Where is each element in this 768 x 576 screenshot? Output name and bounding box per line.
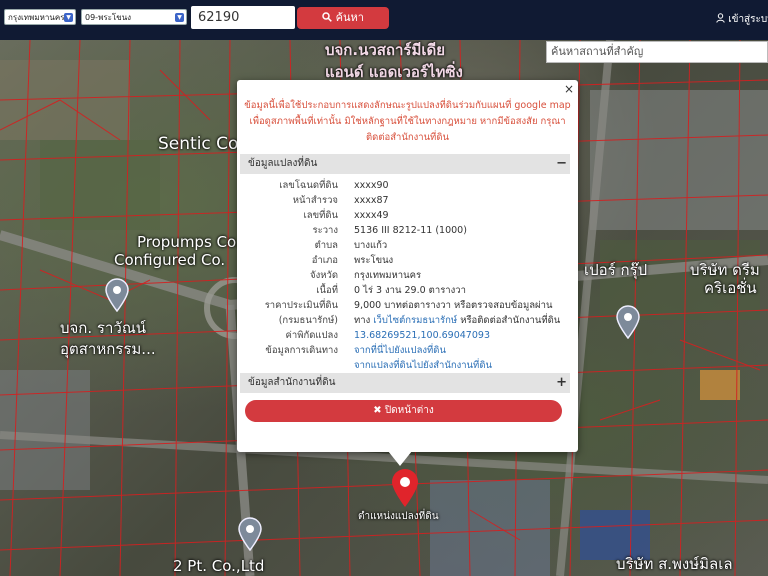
district-select[interactable]: 09-พระโขนง ▼	[81, 9, 187, 25]
map-label: บริษัท ส.พงษ์มิลเล	[616, 555, 733, 573]
user-icon	[716, 13, 725, 23]
popup-pointer	[388, 451, 412, 466]
info-value: 0 ไร่ 3 งาน 29.0 ตารางวา	[354, 285, 466, 296]
disclaimer-line: ข้อมูลนี้เพื่อใช้ประกอบการแสดงลักษณะรูปแ…	[244, 100, 571, 111]
info-label: จังหวัด	[310, 270, 338, 281]
map-label: คริเอชั่น	[704, 279, 757, 297]
search-icon	[322, 12, 332, 22]
info-value-prefix: ทาง	[354, 315, 371, 326]
search-button-label: ค้นหา	[335, 11, 364, 24]
info-value: 9,000 บาทต่อตารางวา หรือตรวจสอบข้อมูลผ่า…	[354, 300, 553, 311]
map-label: Configured Co.	[114, 251, 226, 269]
top-bar: กรุงเทพมหานคร ▼ 09-พระโขนง ▼ 62190 ค้นหา…	[0, 0, 768, 40]
parcel-search-value: 62190	[198, 10, 240, 25]
info-value: xxxx87	[354, 195, 389, 206]
close-window-label: ✖ ปิดหน้าต่าง	[373, 405, 434, 416]
info-value: กรุงเทพมหานคร	[354, 270, 422, 281]
info-value: พระโขนง	[354, 255, 394, 266]
chevron-down-icon: ▼	[64, 13, 73, 22]
province-select[interactable]: กรุงเทพมหานคร ▼	[4, 9, 76, 25]
info-value: ทาง เว็บไซต์กรมธนารักษ์ หรือติดต่อสำนักง…	[354, 314, 560, 328]
parcel-location-pin-icon[interactable]	[390, 468, 420, 508]
disclaimer-notice: ข้อมูลนี้เพื่อใช้ประกอบการแสดงลักษณะรูปแ…	[237, 98, 578, 146]
directions-to-parcel-link[interactable]: จากที่นี่ไปยังแปลงที่ดิน	[354, 344, 446, 358]
info-value: บางแก้ว	[354, 240, 388, 251]
info-label: ข้อมูลการเดินทาง	[265, 345, 338, 356]
close-window-button[interactable]: ✖ ปิดหน้าต่าง	[245, 400, 562, 422]
disclaimer-line: เพื่อดูสภาพพื้นที่เท่านั้น มิใช่หลักฐานท…	[249, 116, 566, 127]
map-label: 2 Pt. Co.,Ltd	[173, 557, 265, 575]
place-search-input[interactable]: ค้นหาสถานที่สำคัญ	[546, 41, 768, 63]
login-link[interactable]: เข้าสู่ระบบ	[716, 12, 768, 27]
info-label: ระวาง	[312, 225, 338, 236]
coordinates-link[interactable]: 13.68269521,100.69047093	[354, 329, 490, 343]
search-button[interactable]: ค้นหา	[297, 7, 389, 29]
map-label: Propumps Co.,	[137, 233, 246, 251]
place-pin-icon[interactable]	[615, 305, 641, 339]
info-label: ตำบล	[314, 240, 338, 251]
province-select-value: กรุงเทพมหานคร	[8, 13, 65, 22]
chevron-down-icon: ▼	[175, 13, 184, 22]
place-pin-icon[interactable]	[237, 517, 263, 551]
info-label: เลขที่ดิน	[303, 210, 339, 221]
section-parcel-info-header[interactable]: ข้อมูลแปลงที่ดิน −	[240, 154, 570, 174]
info-label: ค่าพิกัดแปลง	[285, 330, 339, 341]
info-label: เลขโฉนดที่ดิน	[279, 180, 338, 191]
map-label: บจก.นวสถาร์มีเดีย	[325, 41, 446, 59]
map-label: อุตสาหกรรม...	[60, 340, 156, 358]
collapse-icon[interactable]: −	[556, 154, 567, 174]
info-label: เนื้อที่	[316, 285, 338, 296]
parcel-search-input[interactable]: 62190	[191, 6, 295, 29]
parcel-info-popup: × ข้อมูลนี้เพื่อใช้ประกอบการแสดงลักษณะรู…	[237, 80, 578, 452]
place-pin-icon[interactable]	[104, 278, 130, 312]
info-label: หน้าสำรวจ	[292, 195, 338, 206]
info-value: 5136 III 8212-11 (1000)	[354, 225, 467, 236]
disclaimer-line: ติดต่อสำนักงานที่ดิน	[366, 132, 449, 143]
expand-icon[interactable]: +	[556, 373, 567, 393]
directions-to-office-link[interactable]: จากแปลงที่ดินไปยังสำนักงานที่ดิน	[354, 359, 492, 373]
section-land-office-header[interactable]: ข้อมูลสำนักงานที่ดิน +	[240, 373, 570, 393]
section-title: ข้อมูลสำนักงานที่ดิน	[248, 377, 336, 388]
close-icon[interactable]: ×	[564, 82, 574, 96]
info-label: อำเภอ	[311, 255, 338, 266]
login-label: เข้าสู่ระบบ	[728, 14, 768, 25]
info-value: xxxx90	[354, 180, 389, 191]
info-label: ราคาประเมินที่ดิน	[264, 300, 338, 311]
parcel-location-label: ตำแหน่งแปลงที่ดิน	[358, 511, 439, 522]
treasury-website-link[interactable]: เว็บไซต์กรมธนารักษ์	[373, 315, 457, 326]
place-search-placeholder: ค้นหาสถานที่สำคัญ	[551, 45, 644, 58]
section-title: ข้อมูลแปลงที่ดิน	[248, 158, 318, 169]
district-select-value: 09-พระโขนง	[85, 13, 132, 22]
info-value: xxxx49	[354, 210, 389, 221]
map-label: Sentic Co.	[158, 134, 244, 154]
info-label: (กรมธนารักษ์)	[278, 315, 338, 326]
info-value-suffix: หรือติดต่อสำนักงานที่ดิน	[460, 315, 561, 326]
map-label: เปอร์ กรุ๊ป	[584, 261, 648, 279]
